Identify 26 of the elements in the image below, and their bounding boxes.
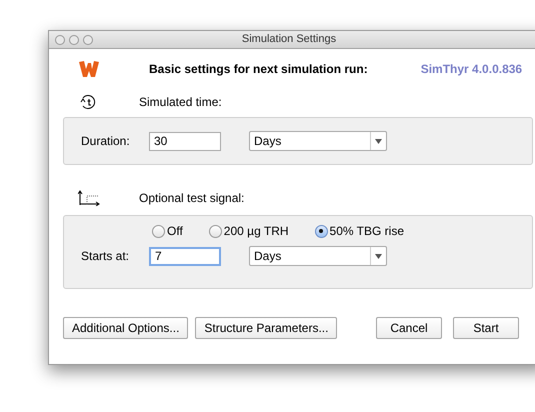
field-label: Duration: <box>81 133 131 150</box>
header-heading: Basic settings for next simulation run: <box>149 61 368 78</box>
signal-chart-icon <box>78 190 100 206</box>
field-label: Starts at: <box>81 248 130 265</box>
clock-icon <box>79 94 97 110</box>
version-label: SimThyr 4.0.0.836 <box>420 61 522 78</box>
dropdown-arrow-icon <box>375 254 382 258</box>
logo-icon <box>78 60 100 78</box>
window-title: Simulation Settings <box>240 32 338 48</box>
unit-dropdown[interactable]: Days <box>249 131 387 151</box>
dialog-button[interactable]: Additional Options... <box>63 317 188 339</box>
duration-field[interactable]: 30 <box>149 132 221 150</box>
radio-option[interactable]: 50% TBG rise <box>314 222 404 240</box>
radio-icon[interactable] <box>314 224 328 238</box>
section-label: Simulated time: <box>139 94 222 111</box>
dialog-button[interactable]: Structure Parameters... <box>195 317 338 339</box>
section-label: Optional test signal: <box>139 190 244 207</box>
radio-icon[interactable] <box>152 224 165 238</box>
start-field[interactable]: 7 <box>149 246 221 266</box>
dialog-button[interactable]: Start <box>453 317 519 339</box>
radio-icon[interactable] <box>208 224 222 238</box>
radio-option[interactable]: 200 µg TRH <box>208 222 289 240</box>
radio-option[interactable]: Off <box>152 222 183 240</box>
dialog-button[interactable]: Cancel <box>376 317 442 339</box>
dropdown-arrow-icon <box>375 138 382 144</box>
unit-dropdown[interactable]: Days <box>249 246 387 266</box>
